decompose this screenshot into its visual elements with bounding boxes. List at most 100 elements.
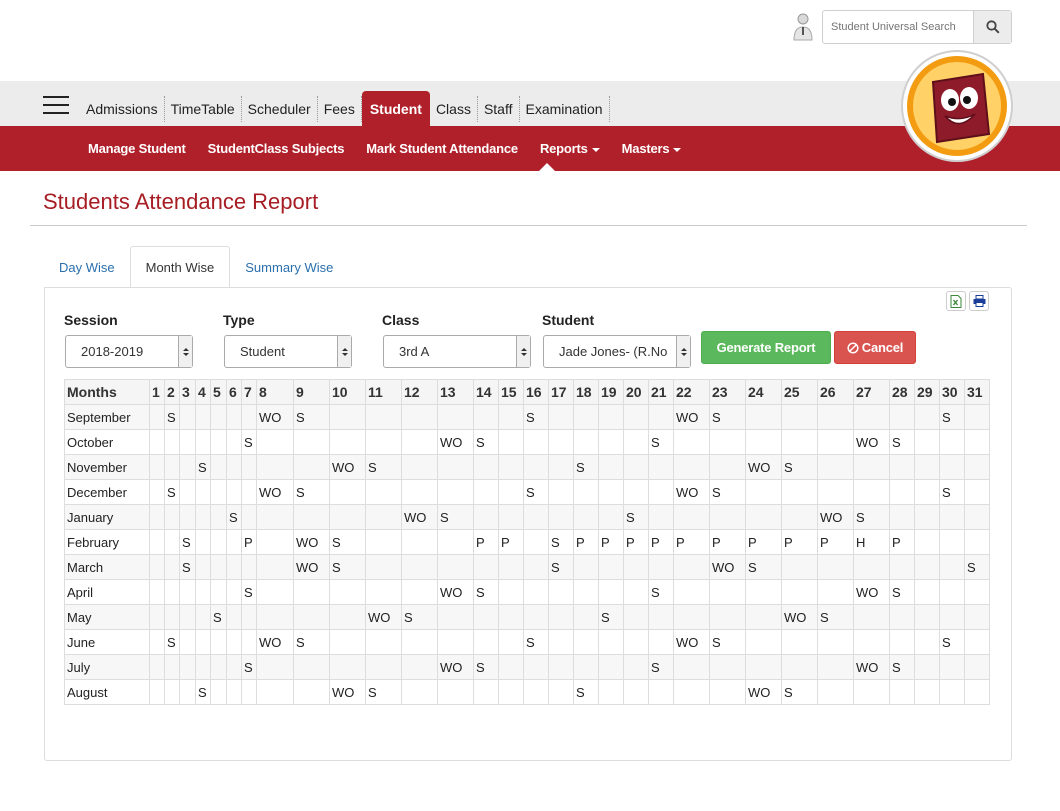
attendance-cell: [573, 504, 599, 530]
attendance-cell: [210, 654, 227, 680]
attendance-cell: [473, 629, 499, 655]
nav-item-admissions[interactable]: Admissions: [80, 96, 165, 122]
attendance-cell: S: [226, 504, 242, 530]
attendance-cell: [210, 504, 227, 530]
header-day: 26: [817, 379, 854, 405]
attendance-cell: [164, 529, 180, 555]
attendance-cell: [548, 479, 574, 505]
attendance-cell: [745, 604, 782, 630]
attendance-cell: [648, 629, 674, 655]
attendance-cell: [365, 479, 402, 505]
attendance-cell: [745, 479, 782, 505]
attendance-cell: [164, 554, 180, 580]
subnav-reports-dropdown[interactable]: Reports: [540, 141, 600, 156]
attendance-cell: [226, 479, 242, 505]
attendance-cell: [817, 429, 854, 455]
nav-item-staff[interactable]: Staff: [478, 96, 520, 122]
header-day: 1: [149, 379, 165, 405]
attendance-cell: [573, 604, 599, 630]
hamburger-menu-icon[interactable]: [43, 96, 69, 114]
header-day: 20: [623, 379, 649, 405]
attendance-cell: S: [648, 654, 674, 680]
attendance-cell: S: [939, 479, 965, 505]
attendance-cell: [365, 429, 402, 455]
attendance-cell: [709, 579, 746, 605]
attendance-cell: [673, 429, 710, 455]
universal-search: [822, 10, 1012, 44]
tab-summary-wise[interactable]: Summary Wise: [230, 246, 348, 288]
attendance-cell: S: [164, 404, 180, 430]
attendance-cell: [548, 404, 574, 430]
type-select[interactable]: Student: [224, 335, 352, 368]
attendance-cell: [365, 654, 402, 680]
attendance-cell: [329, 479, 366, 505]
excel-icon: [950, 294, 962, 308]
user-avatar-icon[interactable]: [792, 12, 814, 42]
attendance-cell: [226, 529, 242, 555]
attendance-cell: [293, 679, 330, 705]
cancel-button[interactable]: Cancel: [834, 331, 916, 364]
attendance-cell: [673, 604, 710, 630]
table-row: March S WO S S WO S S: [64, 554, 990, 580]
attendance-cell: S: [473, 654, 499, 680]
subnav-masters-dropdown[interactable]: Masters: [622, 141, 682, 156]
generate-report-button[interactable]: Generate Report: [701, 331, 831, 364]
attendance-cell: [179, 679, 196, 705]
attendance-cell: [573, 554, 599, 580]
attendance-cell: P: [573, 529, 599, 555]
nav-item-timetable[interactable]: TimeTable: [165, 96, 242, 122]
attendance-cell: P: [648, 529, 674, 555]
attendance-cell: [437, 479, 474, 505]
export-excel-button[interactable]: [946, 291, 966, 311]
attendance-cell: [548, 454, 574, 480]
attendance-cell: [179, 454, 196, 480]
nav-item-class[interactable]: Class: [430, 96, 478, 122]
attendance-cell: WO: [437, 654, 474, 680]
attendance-cell: [781, 579, 818, 605]
print-button[interactable]: [969, 291, 989, 311]
nav-item-examination[interactable]: Examination: [520, 96, 610, 122]
attendance-cell: [964, 529, 990, 555]
table-row: December S WO S S WO S S: [64, 479, 990, 505]
attendance-cell: S: [437, 504, 474, 530]
nav-item-scheduler[interactable]: Scheduler: [242, 96, 318, 122]
attendance-cell: [241, 554, 257, 580]
nav-item-student[interactable]: Student: [361, 91, 430, 126]
student-value: Jade Jones- (R.No: [559, 344, 668, 359]
attendance-cell: S: [648, 429, 674, 455]
attendance-cell: [598, 579, 624, 605]
header-day: 16: [523, 379, 549, 405]
header-day: 28: [889, 379, 915, 405]
subnav-mark-student-attendance[interactable]: Mark Student Attendance: [366, 141, 518, 156]
attendance-cell: S: [939, 404, 965, 430]
subnav-manage-student[interactable]: Manage Student: [88, 141, 186, 156]
attendance-cell: [623, 604, 649, 630]
student-select[interactable]: Jade Jones- (R.No: [543, 335, 691, 368]
active-menu-pointer: [539, 163, 555, 171]
search-button[interactable]: [973, 11, 1011, 43]
search-input[interactable]: [823, 11, 973, 43]
tab-day-wise[interactable]: Day Wise: [44, 246, 130, 288]
nav-item-fees[interactable]: Fees: [318, 96, 362, 122]
attendance-cell: [179, 429, 196, 455]
tab-month-wise[interactable]: Month Wise: [129, 246, 231, 288]
class-select[interactable]: 3rd A: [383, 335, 531, 368]
attendance-cell: S: [709, 479, 746, 505]
attendance-cell: [548, 629, 574, 655]
header-months: Months: [64, 379, 150, 405]
attendance-cell: [964, 454, 990, 480]
attendance-cell: [149, 429, 165, 455]
attendance-cell: WO: [256, 404, 294, 430]
attendance-cell: S: [195, 454, 211, 480]
attendance-cell: [365, 579, 402, 605]
attendance-cell: [241, 454, 257, 480]
subnav-studentclass-subjects[interactable]: StudentClass Subjects: [208, 141, 345, 156]
attendance-cell: S: [241, 654, 257, 680]
attendance-cell: [226, 429, 242, 455]
attendance-cell: [623, 454, 649, 480]
attendance-cell: [179, 504, 196, 530]
attendance-cell: [149, 479, 165, 505]
header-day: 2: [164, 379, 180, 405]
attendance-cell: [210, 554, 227, 580]
session-select[interactable]: 2018-2019: [65, 335, 193, 368]
